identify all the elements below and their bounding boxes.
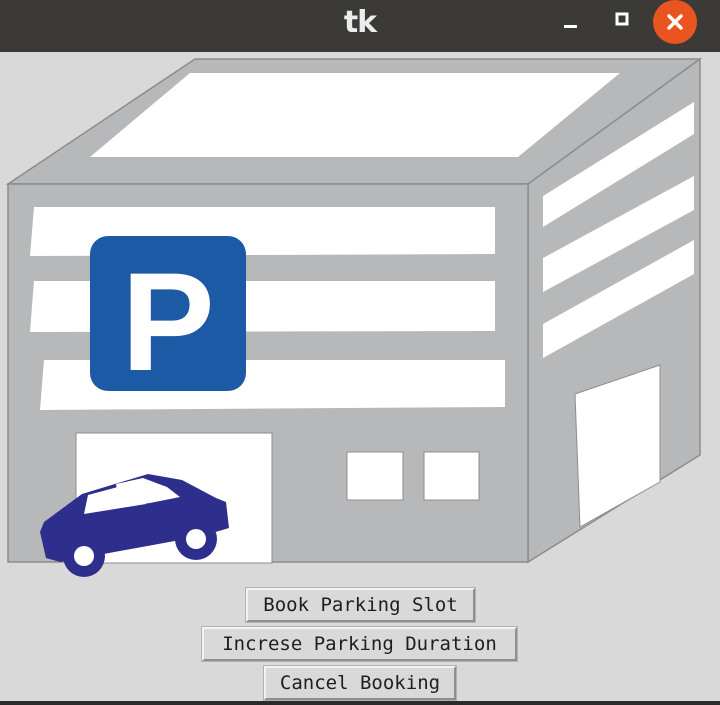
parking-garage-illustration: P — [5, 57, 703, 577]
front-window-right — [423, 451, 480, 501]
side-door — [574, 364, 661, 528]
app-window: tk P Book Parking Slot Increse Parking D… — [0, 0, 720, 705]
title-bar[interactable]: tk — [0, 0, 720, 52]
maximize-icon — [615, 12, 629, 26]
book-parking-slot-button[interactable]: Book Parking Slot — [246, 588, 475, 622]
minimize-icon — [564, 25, 577, 28]
front-window-left — [346, 451, 404, 501]
parking-garage-canvas: P — [5, 57, 703, 577]
close-icon — [667, 14, 683, 30]
close-button[interactable] — [653, 0, 697, 44]
maximize-button[interactable] — [600, 0, 644, 44]
parking-sign-letter: P — [121, 243, 214, 400]
window-bottom-edge — [0, 701, 720, 705]
minimize-button[interactable] — [550, 0, 594, 44]
cancel-booking-button[interactable]: Cancel Booking — [264, 666, 456, 700]
increase-parking-duration-button[interactable]: Increse Parking Duration — [202, 627, 517, 661]
